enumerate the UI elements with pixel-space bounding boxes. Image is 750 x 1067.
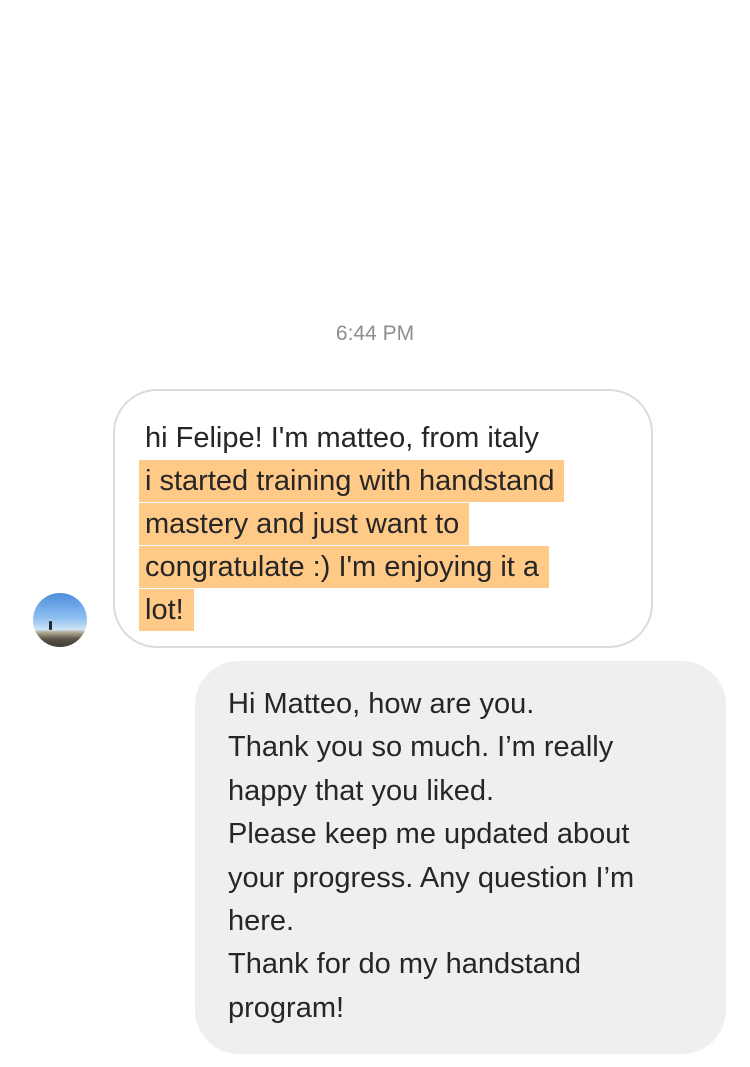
avatar-person-figure xyxy=(49,621,52,630)
highlighted-text-line: i started training with handstand xyxy=(139,460,565,502)
outgoing-message-line: Please keep me updated about xyxy=(228,818,630,851)
highlighted-text-line: mastery and just want to xyxy=(139,503,470,545)
outgoing-message-line: happy that you liked. xyxy=(228,774,495,807)
outgoing-message-line: Thank for do my handstand xyxy=(228,948,582,981)
outgoing-message-line: your progress. Any question I’m xyxy=(228,861,635,894)
outgoing-message-line: Hi Matteo, how are you. xyxy=(228,688,535,720)
highlighted-text-line: lot! xyxy=(139,589,194,631)
incoming-message-bubble[interactable]: hi Felipe! I'm matteo, from italy i star… xyxy=(113,389,653,648)
highlighted-text-line: congratulate :) I'm enjoying it a xyxy=(139,546,550,588)
message-timestamp: 6:44 PM xyxy=(335,322,415,345)
outgoing-message-line: Thank you so much. I’m really xyxy=(228,731,614,764)
outgoing-message-line: program! xyxy=(228,991,345,1024)
incoming-message-line: hi Felipe! I'm matteo, from italy xyxy=(145,422,539,454)
outgoing-message-line: here. xyxy=(228,905,295,938)
outgoing-message-bubble[interactable]: Hi Matteo, how are you. Thank you so muc… xyxy=(195,661,726,1054)
sender-avatar[interactable] xyxy=(33,593,87,647)
